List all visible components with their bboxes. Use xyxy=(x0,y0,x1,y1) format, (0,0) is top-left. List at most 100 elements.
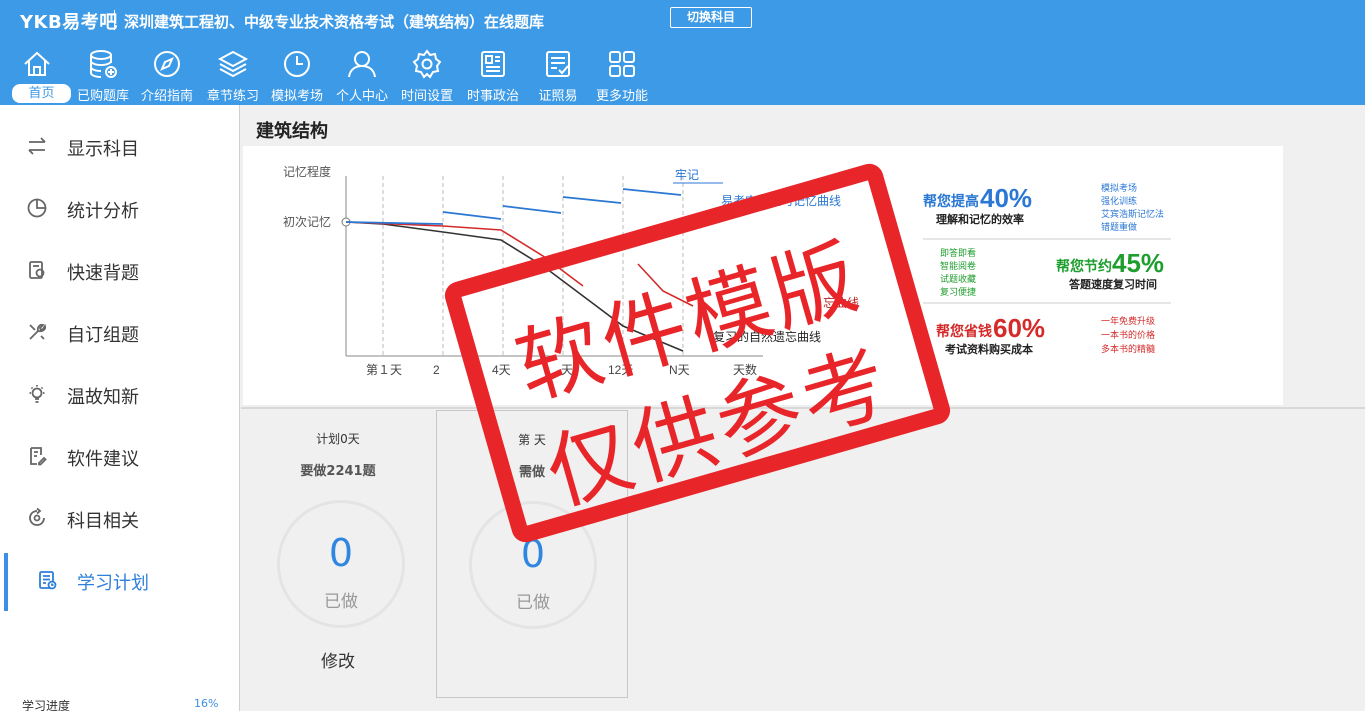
done-label: 已做 xyxy=(324,592,358,612)
label-natural-curve: 复习的自然遗忘曲线 xyxy=(713,329,821,344)
nav-license[interactable]: 证照易 xyxy=(525,44,591,105)
main-content: 建筑结构 记忆程度 初次记忆 牢记 易考宝典复习记忆曲线 忘曲线 复习的自然遗忘… xyxy=(241,105,1365,711)
plan-card-total: 计划0天 要做2241题 0 已做 修改 xyxy=(242,410,434,698)
promo1-subtitle: 理解和记忆的效率 xyxy=(936,212,1024,226)
sidebar-item-custom-quiz[interactable]: 自订组题 xyxy=(0,297,239,359)
home-icon xyxy=(24,51,50,76)
sidebar-item-show-subjects[interactable]: 显示科目 xyxy=(0,111,239,173)
section-divider xyxy=(241,407,1365,409)
nav-label: 介绍指南 xyxy=(140,89,193,104)
swap-icon xyxy=(28,137,46,155)
refresh-icon xyxy=(29,507,45,526)
pie-chart-icon xyxy=(27,198,47,218)
study-progress-value: 16% xyxy=(194,697,219,710)
sidebar-item-statistics[interactable]: 统计分析 xyxy=(0,173,239,235)
newspaper-icon xyxy=(481,51,505,77)
memory-curve-banner: 记忆程度 初次记忆 牢记 易考宝典复习记忆曲线 忘曲线 复习的自然遗忘曲线 第１… xyxy=(243,146,1283,405)
promo3-head: 帮您省钱 xyxy=(936,323,992,339)
plan-card-today: 第 天 需做 0 已做 xyxy=(436,410,628,698)
nav-label: 时事政治 xyxy=(466,89,519,104)
promo1-item: 强化训练 xyxy=(1101,195,1137,206)
sidebar-item-quick-review[interactable]: 快速背题 xyxy=(0,235,239,297)
nav-label: 更多功能 xyxy=(595,89,648,104)
sidebar-item-label: 软件建议 xyxy=(67,449,139,470)
book-icon xyxy=(29,261,45,279)
brand-separator xyxy=(114,10,115,30)
nav-label: 首页 xyxy=(12,84,71,103)
sidebar: 显示科目 统计分析 快速背题 自订组题 温故知新 软件建议 科目相关 学习计划 … xyxy=(0,105,240,711)
sidebar-item-label: 自订组题 xyxy=(67,325,139,346)
grid-icon xyxy=(609,51,635,77)
tools-icon xyxy=(29,323,47,340)
x-tick-labels: 第１天 2 4天 天 12天 N天 天数 xyxy=(366,362,757,377)
nav-guide[interactable]: 介绍指南 xyxy=(134,44,200,105)
nav-purchased[interactable]: 已购题库 xyxy=(70,44,136,105)
plan-questions: 要做2241题 xyxy=(300,464,376,479)
promo1-item: 错题重做 xyxy=(1101,221,1137,232)
clock-icon xyxy=(284,51,310,77)
subject-title: 建筑结构 xyxy=(256,121,328,142)
title-row: YKB易考吧 深圳建筑工程初、中级专业技术资格考试（建筑结构）在线题库 切换科目 xyxy=(0,0,1365,40)
gear-icon xyxy=(412,49,442,79)
x-tick: 4天 xyxy=(492,363,511,377)
done-count: 0 xyxy=(520,532,546,576)
promo3-subtitle: 考试资料购买成本 xyxy=(945,342,1033,356)
nav-label: 已购题库 xyxy=(76,89,129,104)
nav-home[interactable]: 首页 xyxy=(4,44,71,105)
label-firm: 牢记 xyxy=(675,167,699,182)
compass-icon xyxy=(154,51,180,77)
ykb-review-curve xyxy=(345,188,682,225)
sidebar-item-review-old[interactable]: 温故知新 xyxy=(0,359,239,421)
sidebar-item-label: 快速背题 xyxy=(67,263,139,284)
sidebar-item-subject-related[interactable]: 科目相关 xyxy=(0,483,239,545)
x-tick: 2 xyxy=(433,363,440,377)
promo1-list: 模拟考场 强化训练 艾宾浩斯记忆法 错题重做 xyxy=(1101,182,1164,232)
label-forget-curve: 忘曲线 xyxy=(823,295,859,310)
nav-label: 章节练习 xyxy=(206,89,259,104)
layers-icon xyxy=(217,50,249,78)
done-label: 已做 xyxy=(516,593,550,613)
sidebar-item-label: 学习计划 xyxy=(77,573,149,594)
active-indicator xyxy=(4,553,8,611)
promo2-head: 帮您节约 xyxy=(1056,258,1112,274)
nav-politics[interactable]: 时事政治 xyxy=(460,44,526,105)
nav-time-settings[interactable]: 时间设置 xyxy=(394,44,460,105)
app-window: YKB易考吧 深圳建筑工程初、中级专业技术资格考试（建筑结构）在线题库 切换科目… xyxy=(0,0,1365,711)
promo1-item: 艾宾浩斯记忆法 xyxy=(1101,208,1164,219)
x-tick: 天数 xyxy=(733,362,757,377)
nav-label: 模拟考场 xyxy=(270,89,323,104)
progress-ring: 0 已做 xyxy=(277,500,405,628)
x-tick: 12天 xyxy=(608,363,633,377)
app-header: YKB易考吧 深圳建筑工程初、中级专业技术资格考试（建筑结构）在线题库 切换科目… xyxy=(0,0,1365,105)
sidebar-item-feedback[interactable]: 软件建议 xyxy=(0,421,239,483)
promo3-list: 一年免费升级 一本书的价格 多本书的精髓 xyxy=(1101,315,1155,354)
brand-logo: YKB易考吧 xyxy=(20,12,118,33)
nav-more[interactable]: 更多功能 xyxy=(589,44,655,105)
nav-chapter[interactable]: 章节练习 xyxy=(200,44,266,105)
nav-mock-exam[interactable]: 模拟考场 xyxy=(264,44,330,105)
promo3-percent: 60% xyxy=(993,313,1045,343)
promo1-head: 帮您提高 xyxy=(923,193,979,209)
nav-label: 个人中心 xyxy=(335,89,388,104)
natural-forgetting-curve xyxy=(345,221,684,352)
database-icon xyxy=(90,50,117,78)
study-progress-label: 学习进度 xyxy=(22,699,71,711)
switch-subject-button[interactable]: 切换科目 xyxy=(670,7,752,28)
modify-plan-button[interactable]: 修改 xyxy=(242,647,434,672)
app-title: 深圳建筑工程初、中级专业技术资格考试（建筑结构）在线题库 xyxy=(124,13,545,31)
y-label-mid: 初次记忆 xyxy=(283,215,331,229)
lightbulb-icon xyxy=(29,385,45,403)
sidebar-item-label: 科目相关 xyxy=(67,511,139,532)
y-label-top: 记忆程度 xyxy=(283,164,331,179)
promo3-item: 一本书的价格 xyxy=(1101,329,1155,340)
promo2-item: 复习便捷 xyxy=(940,286,976,297)
sidebar-item-label: 显示科目 xyxy=(67,139,139,160)
promo2-item: 试题收藏 xyxy=(940,273,976,284)
plan-day-number: 第 天 xyxy=(518,433,546,447)
promo3-item: 一年免费升级 xyxy=(1101,315,1155,326)
nav-profile[interactable]: 个人中心 xyxy=(329,44,395,105)
nav-label: 时间设置 xyxy=(400,89,453,104)
sidebar-item-study-plan[interactable]: 学习计划 xyxy=(0,545,239,611)
x-tick: 天 xyxy=(561,363,573,377)
promo2-item: 即答即看 xyxy=(940,247,976,258)
